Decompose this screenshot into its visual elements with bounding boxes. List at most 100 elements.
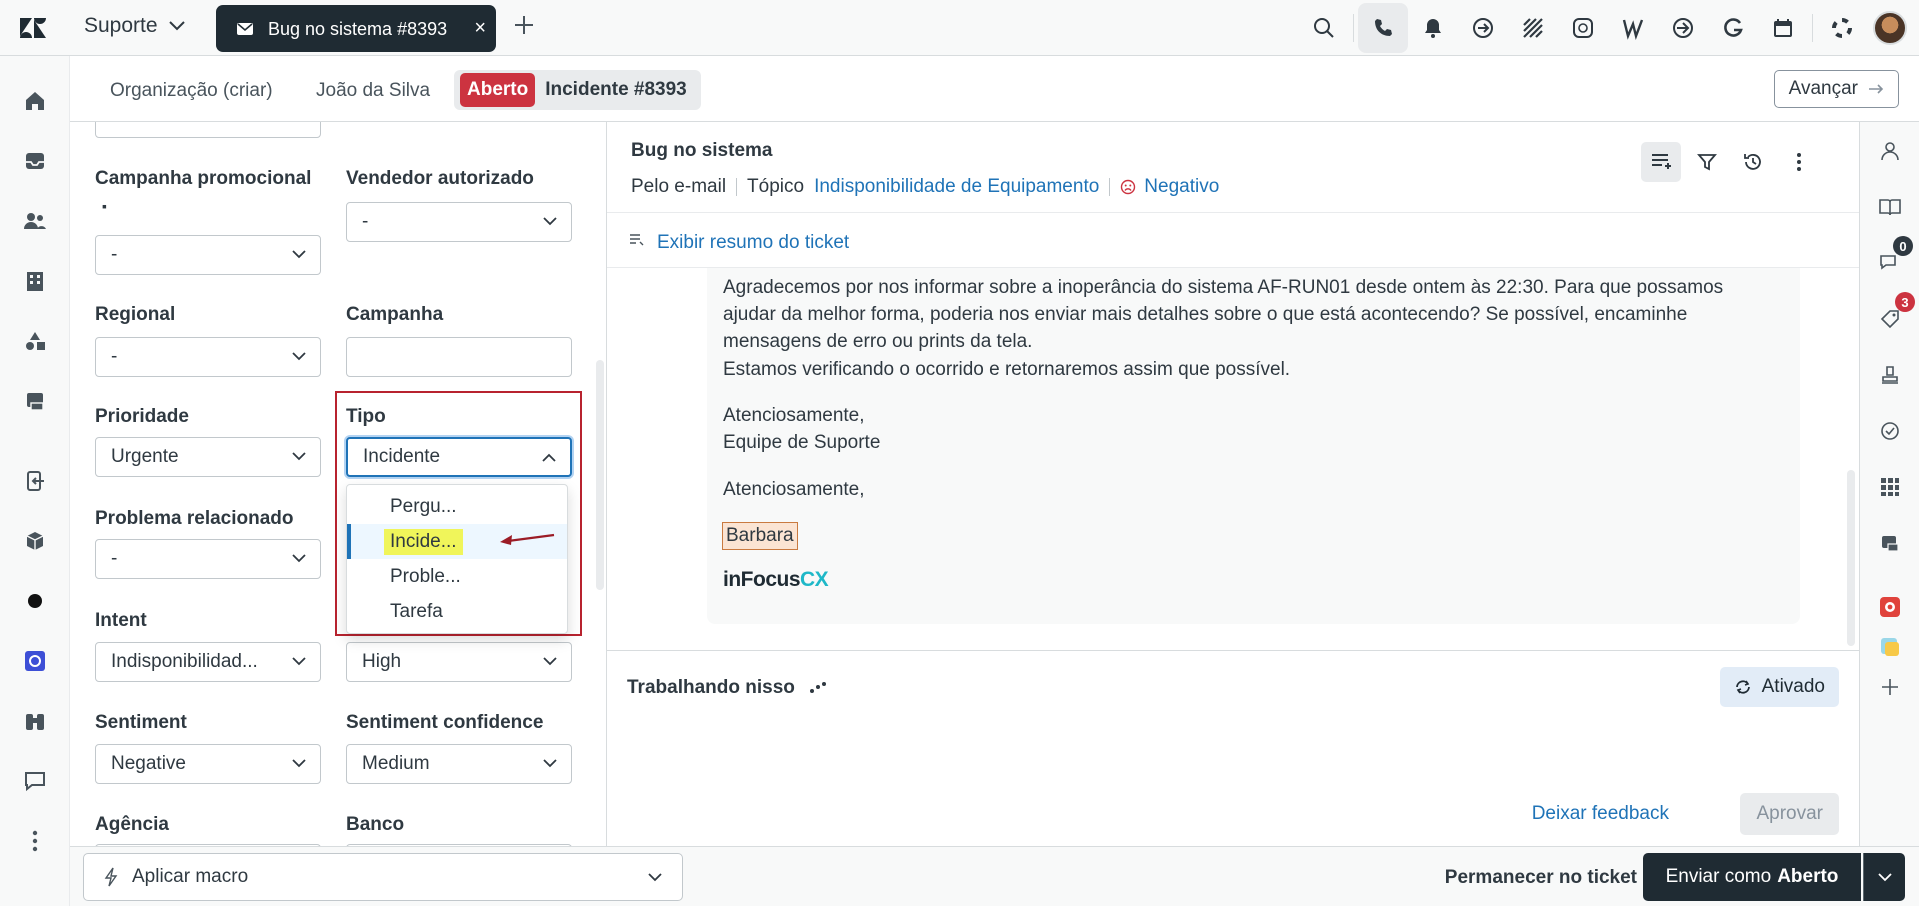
search-button[interactable] <box>1299 3 1349 53</box>
main-navigation <box>0 56 70 906</box>
message-paragraph: Atenciosamente, <box>723 479 865 500</box>
show-summary-link[interactable]: Exibir resumo do ticket <box>657 232 849 254</box>
filter-icon <box>1697 152 1717 172</box>
problema-relacionado-select[interactable]: - <box>95 539 321 579</box>
tipo-option[interactable]: Pergu... <box>347 489 567 524</box>
sticker-app-icon <box>1879 636 1901 658</box>
compose-view-button[interactable] <box>1641 142 1681 182</box>
nav-app-dot[interactable] <box>20 586 50 616</box>
calendar-icon <box>1772 17 1794 39</box>
more-options-button[interactable] <box>1779 142 1819 182</box>
tipo-option[interactable]: Proble... <box>347 559 567 594</box>
submit-prefix: Enviar como <box>1665 866 1772 887</box>
submit-options-button[interactable] <box>1863 853 1905 901</box>
stamp-app-button[interactable] <box>1877 362 1903 388</box>
knowledge-button[interactable] <box>1877 194 1903 220</box>
reports-icon <box>24 390 46 412</box>
nav-app-binoculars[interactable] <box>20 706 50 736</box>
message-paragraph: Atenciosamente, <box>723 405 865 426</box>
vendedor-autorizado-select[interactable]: - <box>346 202 572 242</box>
problema-relacionado-value: - <box>111 548 118 569</box>
nav-app-box[interactable] <box>20 526 50 556</box>
product-name: Suporte <box>84 14 158 37</box>
add-tab-button[interactable] <box>512 13 536 37</box>
calendar-button[interactable] <box>1758 3 1808 53</box>
close-tab-button[interactable]: × <box>474 17 486 40</box>
nav-app-blue[interactable] <box>20 646 50 676</box>
help-button[interactable] <box>1817 3 1867 53</box>
sentiment-link[interactable]: Negativo <box>1144 176 1219 198</box>
phone-icon <box>1372 17 1394 39</box>
nav-more[interactable] <box>20 826 50 856</box>
submit-button[interactable]: Enviar como Aberto <box>1643 853 1861 901</box>
conversations-count-badge: 0 <box>1893 236 1913 256</box>
form-scrollbar[interactable] <box>596 360 604 590</box>
user-avatar[interactable] <box>1873 11 1907 45</box>
leave-feedback-link[interactable]: Deixar feedback <box>1532 803 1669 825</box>
app-forward-button[interactable] <box>1658 3 1708 53</box>
whatsapp-button[interactable] <box>1558 3 1608 53</box>
notifications-button[interactable] <box>1408 3 1458 53</box>
tipo-option[interactable]: Tarefa <box>347 594 567 629</box>
conversation-scrollbar[interactable] <box>1847 470 1855 646</box>
grammarly-button[interactable] <box>1708 3 1758 53</box>
prioridade-value: Urgente <box>111 446 179 467</box>
chevron-down-icon <box>543 759 557 768</box>
sticker-app-button[interactable] <box>1877 634 1903 660</box>
add-app-button[interactable] <box>1877 674 1903 700</box>
alerts-count-badge: 3 <box>1895 292 1915 312</box>
nav-app-chat[interactable] <box>20 766 50 796</box>
customer-context-button[interactable] <box>1877 138 1903 164</box>
message-paragraph: Agradecemos por nos informar sobre a ino… <box>723 277 1724 352</box>
app-route-button[interactable] <box>1458 3 1508 53</box>
phone-button[interactable] <box>1358 3 1408 53</box>
apps-grid-button[interactable] <box>1877 474 1903 500</box>
filter-button[interactable] <box>1687 142 1727 182</box>
app-grid-button[interactable] <box>1508 3 1558 53</box>
circle-icon <box>27 593 43 609</box>
lightning-icon <box>104 867 118 887</box>
partial-field-input[interactable] <box>95 122 321 138</box>
approve-button[interactable]: Aprovar <box>1740 793 1839 835</box>
prioridade-select[interactable]: Urgente <box>95 437 321 477</box>
campanha-input[interactable] <box>346 337 572 377</box>
activated-button[interactable]: Ativado <box>1719 667 1839 707</box>
nav-reporting[interactable] <box>20 386 50 416</box>
app-logo-icon <box>24 650 46 672</box>
zendesk-logo-icon[interactable] <box>18 14 48 42</box>
media-app-button[interactable] <box>1877 594 1903 620</box>
nav-customers[interactable] <box>20 206 50 236</box>
history-button[interactable] <box>1733 142 1773 182</box>
tag-icon <box>1880 309 1900 329</box>
nav-objects[interactable] <box>20 326 50 356</box>
nav-home[interactable] <box>20 86 50 116</box>
breadcrumb-requester[interactable]: João da Silva <box>316 80 430 102</box>
nav-organizations[interactable] <box>20 266 50 296</box>
topic-link[interactable]: Indisponibilidade de Equipamento <box>814 176 1099 198</box>
apply-macro-select[interactable]: Aplicar macro <box>83 853 683 901</box>
stamp-icon <box>1880 365 1900 385</box>
breadcrumb-organization[interactable]: Organização (criar) <box>110 80 273 102</box>
forward-icon <box>1671 16 1695 40</box>
tipo-select[interactable]: Incidente <box>346 437 572 477</box>
tasks-app-button[interactable] <box>1877 418 1903 444</box>
product-switcher[interactable]: Suporte <box>84 14 186 38</box>
nav-views[interactable] <box>20 146 50 176</box>
regional-select[interactable]: - <box>95 337 321 377</box>
campanha-promocional-select[interactable]: - <box>95 235 321 275</box>
stay-on-ticket-select[interactable]: Permanecer no ticket <box>1445 867 1659 889</box>
reports-app-button[interactable] <box>1877 530 1903 556</box>
app-w-button[interactable] <box>1608 3 1658 53</box>
sentiment-confidence-select[interactable]: Medium <box>346 744 572 784</box>
breadcrumb-ticket[interactable]: Aberto Incidente #8393 <box>454 70 701 110</box>
sentiment-select[interactable]: Negative <box>95 744 321 784</box>
message-bubble: Agradecemos por nos informar sobre a ino… <box>707 268 1800 624</box>
export-icon <box>24 470 46 492</box>
ticket-tab[interactable]: Bug no sistema #8393 × <box>216 5 496 52</box>
chevron-down-icon <box>168 20 186 32</box>
intent-select[interactable]: Indisponibilidad... <box>95 642 321 682</box>
regional-value: - <box>111 346 118 367</box>
intent-confidence-select[interactable]: High <box>346 642 572 682</box>
next-button[interactable]: Avançar <box>1773 70 1899 108</box>
nav-app-exit[interactable] <box>20 466 50 496</box>
